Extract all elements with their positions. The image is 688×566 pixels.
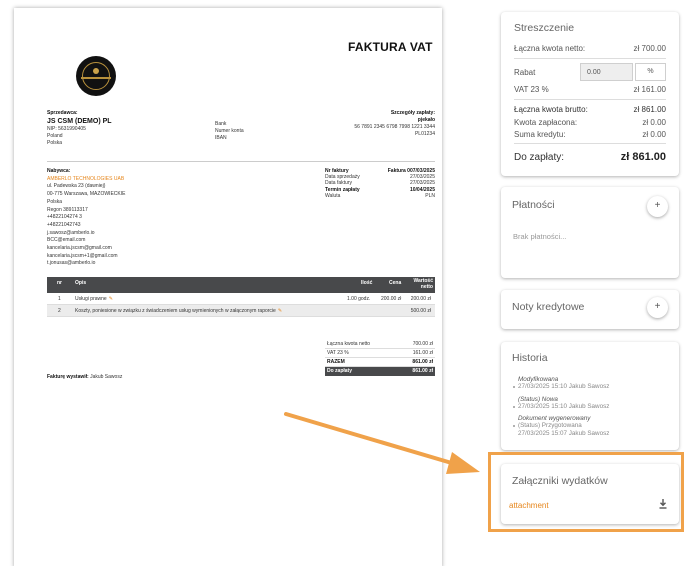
annotation-arrow xyxy=(284,412,480,474)
